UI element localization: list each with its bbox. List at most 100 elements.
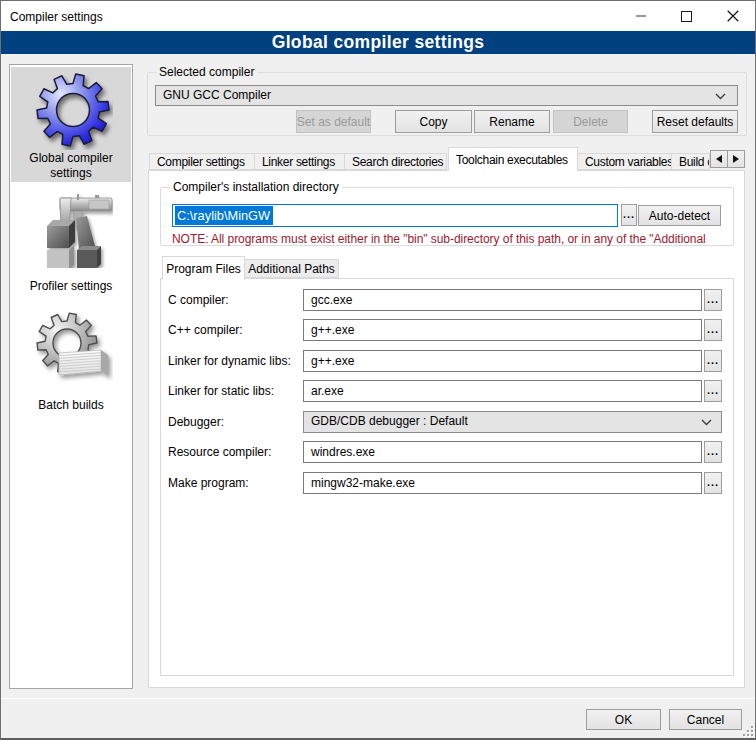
c-compiler-input[interactable]: gcc.exe — [303, 289, 702, 311]
profiler-icon — [33, 188, 113, 268]
sidebar-item-profiler-settings[interactable]: Profiler settings — [11, 182, 131, 297]
tab-scroll-left-button[interactable] — [710, 150, 728, 168]
field-label-debugger: Debugger: — [168, 415, 224, 430]
footer-separator — [1, 698, 755, 699]
arrow-right-icon — [733, 155, 739, 163]
close-icon — [727, 10, 739, 22]
subtab-label: Additional Paths — [248, 262, 335, 276]
cpp-compiler-input[interactable]: g++.exe — [303, 319, 702, 341]
field-value: windres.exe — [311, 445, 375, 459]
field-label-resource-compiler: Resource compiler: — [168, 445, 271, 460]
resource-compiler-input[interactable]: windres.exe — [303, 441, 702, 463]
compiler-select[interactable]: GNU GCC Compiler — [155, 85, 738, 106]
tab-label: Build options — [679, 155, 710, 169]
sidebar-item-global-compiler-settings[interactable]: Global compiler settings — [11, 67, 131, 182]
tab-search-directories[interactable]: Search directories — [344, 153, 447, 170]
note-text: NOTE: All programs must exist either in … — [172, 232, 732, 246]
make-program-input[interactable]: mingw32-make.exe — [303, 472, 702, 494]
cancel-button[interactable]: Cancel — [669, 709, 742, 730]
chevron-down-icon — [715, 93, 726, 100]
button-label: Copy — [419, 115, 447, 129]
maximize-icon — [681, 11, 692, 22]
auto-detect-button[interactable]: Auto-detect — [638, 205, 721, 226]
field-label-linker-dynamic: Linker for dynamic libs: — [168, 354, 291, 369]
minimize-button[interactable] — [618, 1, 663, 31]
arrow-left-icon — [716, 155, 722, 163]
install-dir-browse-button[interactable]: ... — [621, 204, 637, 226]
debugger-select[interactable]: GDB/CDB debugger : Default — [303, 411, 722, 433]
ok-button[interactable]: OK — [586, 709, 661, 730]
batch-builds-icon — [33, 309, 113, 389]
cpp-compiler-browse-button[interactable]: ... — [704, 319, 722, 341]
minimize-icon — [636, 15, 646, 17]
make-program-browse-button[interactable]: ... — [704, 472, 722, 494]
c-compiler-browse-button[interactable]: ... — [704, 289, 722, 311]
button-label: ... — [707, 385, 719, 395]
button-label: OK — [615, 713, 632, 727]
button-label: ... — [707, 324, 719, 334]
field-label-linker-static: Linker for static libs: — [168, 384, 274, 399]
button-label: Reset defaults — [657, 115, 734, 129]
subtab-label: Program Files — [166, 262, 241, 276]
tab-toolchain-executables[interactable]: Toolchain executables — [448, 147, 578, 171]
title-bar: Compiler settings — [1, 1, 755, 31]
field-label-c-compiler: C compiler: — [168, 293, 229, 308]
dialog-header: Global compiler settings — [1, 31, 755, 54]
resize-grip[interactable] — [743, 726, 754, 737]
subtab-additional-paths[interactable]: Additional Paths — [244, 259, 339, 278]
sidebar: Global compiler settings — [9, 64, 133, 689]
compiler-select-value: GNU GCC Compiler — [163, 88, 271, 102]
install-dir-group-label: Compiler's installation directory — [170, 180, 342, 195]
tab-compiler-settings[interactable]: Compiler settings — [149, 153, 255, 170]
tab-label: Compiler settings — [157, 155, 245, 169]
set-as-default-button[interactable]: Set as default — [296, 110, 371, 133]
sidebar-item-label: Global compiler settings — [11, 151, 131, 181]
sidebar-item-batch-builds[interactable]: Batch builds — [11, 299, 131, 414]
button-label: Rename — [489, 115, 534, 129]
tab-scroll-right-button[interactable] — [727, 150, 745, 168]
reset-defaults-button[interactable]: Reset defaults — [652, 110, 738, 133]
field-label-cpp-compiler: C++ compiler: — [168, 323, 243, 338]
sidebar-item-label: Profiler settings — [11, 279, 131, 294]
selected-compiler-group-label: Selected compiler — [156, 65, 257, 80]
tab-label: Custom variables — [585, 155, 672, 169]
linker-dynamic-browse-button[interactable]: ... — [704, 350, 722, 372]
field-value: mingw32-make.exe — [311, 476, 415, 490]
field-value: GDB/CDB debugger : Default — [311, 414, 468, 428]
button-label: Auto-detect — [649, 209, 710, 223]
maximize-button[interactable] — [664, 1, 709, 31]
field-value: g++.exe — [311, 323, 354, 337]
close-button[interactable] — [710, 1, 755, 31]
field-value: gcc.exe — [311, 293, 352, 307]
resource-compiler-browse-button[interactable]: ... — [704, 441, 722, 463]
window-title: Compiler settings — [10, 9, 103, 25]
button-label: ... — [707, 355, 719, 365]
button-label: ... — [623, 209, 635, 219]
tab-build-options[interactable]: Build options — [671, 153, 710, 170]
tab-label: Toolchain executables — [456, 153, 568, 167]
copy-button[interactable]: Copy — [395, 110, 472, 133]
tab-label: Linker settings — [262, 155, 335, 169]
linker-static-browse-button[interactable]: ... — [704, 380, 722, 402]
compiler-settings-dialog: Compiler settings Global compiler settin… — [0, 0, 756, 740]
button-label: ... — [707, 446, 719, 456]
button-label: ... — [707, 294, 719, 304]
field-label-make-program: Make program: — [168, 476, 249, 491]
linker-static-input[interactable]: ar.exe — [303, 380, 702, 402]
tab-label: Search directories — [352, 155, 443, 169]
sidebar-item-label: Batch builds — [11, 398, 131, 413]
field-value: ar.exe — [311, 384, 344, 398]
install-dir-input[interactable]: C:\raylib\MinGW — [172, 204, 618, 227]
button-label: ... — [707, 477, 719, 487]
button-label: Set as default — [297, 115, 370, 129]
linker-dynamic-input[interactable]: g++.exe — [303, 350, 702, 372]
chevron-down-icon — [701, 419, 712, 426]
delete-button[interactable]: Delete — [553, 110, 628, 133]
subtab-program-files[interactable]: Program Files — [162, 256, 245, 280]
install-dir-selected-text: C:\raylib\MinGW — [175, 206, 273, 225]
tab-custom-variables[interactable]: Custom variables — [577, 153, 672, 170]
field-value: g++.exe — [311, 354, 354, 368]
rename-button[interactable]: Rename — [474, 110, 550, 133]
tab-linker-settings[interactable]: Linker settings — [254, 153, 345, 170]
button-label: Cancel — [687, 713, 724, 727]
